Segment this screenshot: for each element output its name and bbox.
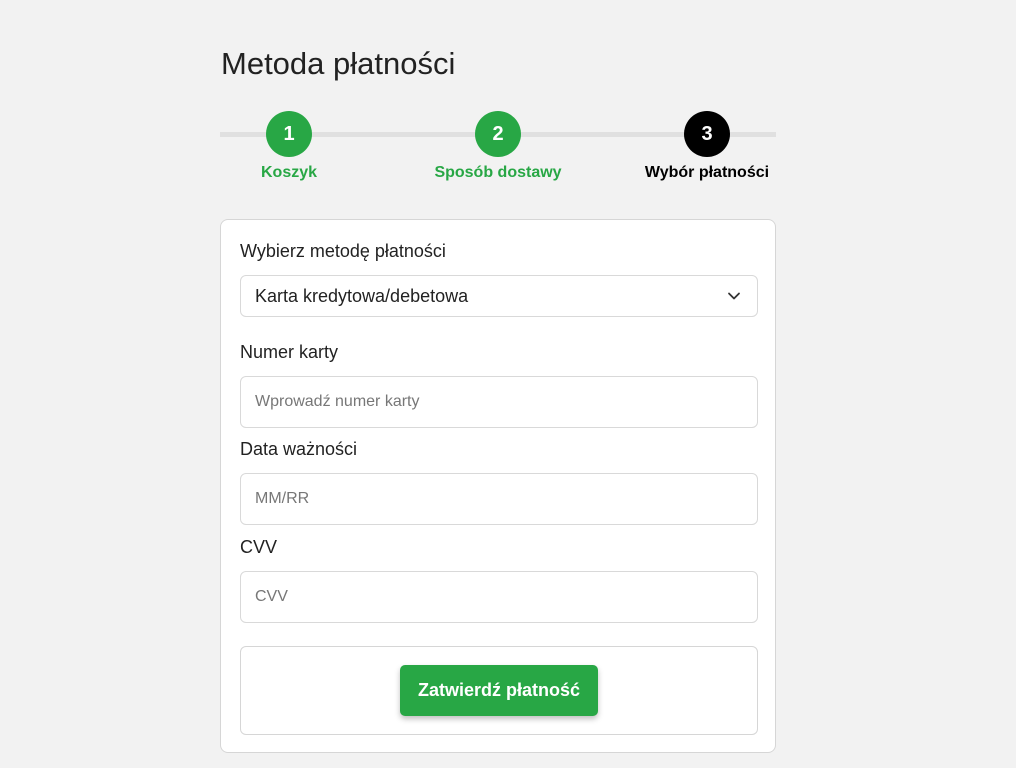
card-number-label: Numer karty [240, 342, 339, 362]
confirm-payment-button[interactable]: Zatwierdź płatność [400, 665, 598, 716]
checkout-stepper: 1 Koszyk 2 Sposób dostawy 3 Wybór płatno… [220, 111, 776, 191]
step-label: Wybór płatności [644, 164, 770, 181]
cvv-input[interactable] [240, 571, 758, 623]
page-title: Metoda płatności [221, 46, 456, 81]
payment-method-label: Wybierz metodę płatności [240, 241, 446, 261]
step-delivery[interactable]: 2 Sposób dostawy [418, 111, 578, 182]
cvv-label: CVV [240, 537, 278, 557]
payment-form-card: Wybierz metodę płatności Karta kredytowa… [220, 219, 776, 753]
submit-container: Zatwierdź płatność [240, 646, 758, 735]
step-number-badge: 3 [684, 111, 730, 157]
step-cart[interactable]: 1 Koszyk [209, 111, 369, 182]
step-label: Sposób dostawy [434, 164, 562, 181]
step-payment[interactable]: 3 Wybór płatności [627, 111, 787, 182]
card-number-input[interactable] [240, 376, 758, 428]
payment-method-value: Karta kredytowa/debetowa [255, 285, 469, 306]
expiry-date-input[interactable] [240, 473, 758, 525]
step-number-badge: 1 [266, 111, 312, 157]
step-label: Koszyk [260, 164, 318, 181]
payment-method-select[interactable]: Karta kredytowa/debetowa [240, 275, 758, 317]
chevron-down-icon [728, 292, 740, 300]
expiry-date-label: Data ważności [240, 439, 358, 459]
step-number-badge: 2 [475, 111, 521, 157]
